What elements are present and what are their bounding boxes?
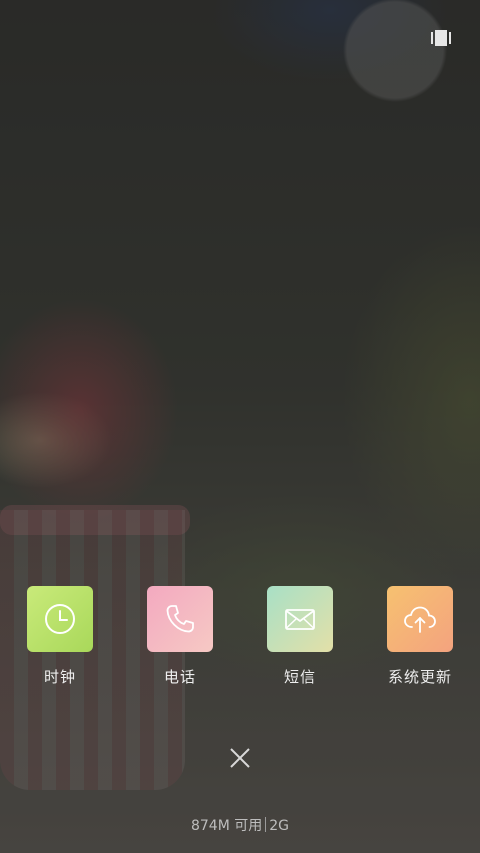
recent-apps-button[interactable]	[431, 30, 451, 46]
app-messages-tile	[267, 586, 333, 652]
recent-apps-icon	[431, 30, 451, 46]
app-messages-label: 短信	[283, 668, 316, 686]
app-clock[interactable]: 时钟	[0, 586, 120, 687]
clear-all-button[interactable]	[228, 746, 252, 770]
app-system-update-tile	[387, 586, 453, 652]
app-phone[interactable]: 电话	[120, 586, 240, 687]
memory-divider	[265, 817, 267, 832]
app-phone-label: 电话	[163, 668, 196, 686]
app-messages[interactable]: 短信	[240, 586, 360, 687]
dim-overlay	[0, 0, 480, 853]
close-icon	[230, 748, 250, 768]
memory-status: 874M 可用 2G	[0, 815, 480, 835]
phone-icon	[166, 605, 194, 633]
memory-total: 2G	[269, 818, 290, 834]
app-clock-label: 时钟	[43, 668, 76, 686]
clock-icon	[45, 604, 75, 634]
app-clock-tile	[27, 586, 93, 652]
app-phone-tile	[147, 586, 213, 652]
mail-icon	[285, 609, 315, 630]
cloud-upload-icon	[404, 606, 436, 633]
app-system-update-label: 系统更新	[387, 668, 452, 686]
app-system-update[interactable]: 系统更新	[360, 586, 480, 687]
recent-apps-row: 时钟 电话 短信 系统更新	[0, 586, 480, 696]
recents-screen: 时钟 电话 短信 系统更新 874M 可用 2G	[0, 0, 480, 853]
memory-available: 874M 可用	[190, 818, 263, 834]
